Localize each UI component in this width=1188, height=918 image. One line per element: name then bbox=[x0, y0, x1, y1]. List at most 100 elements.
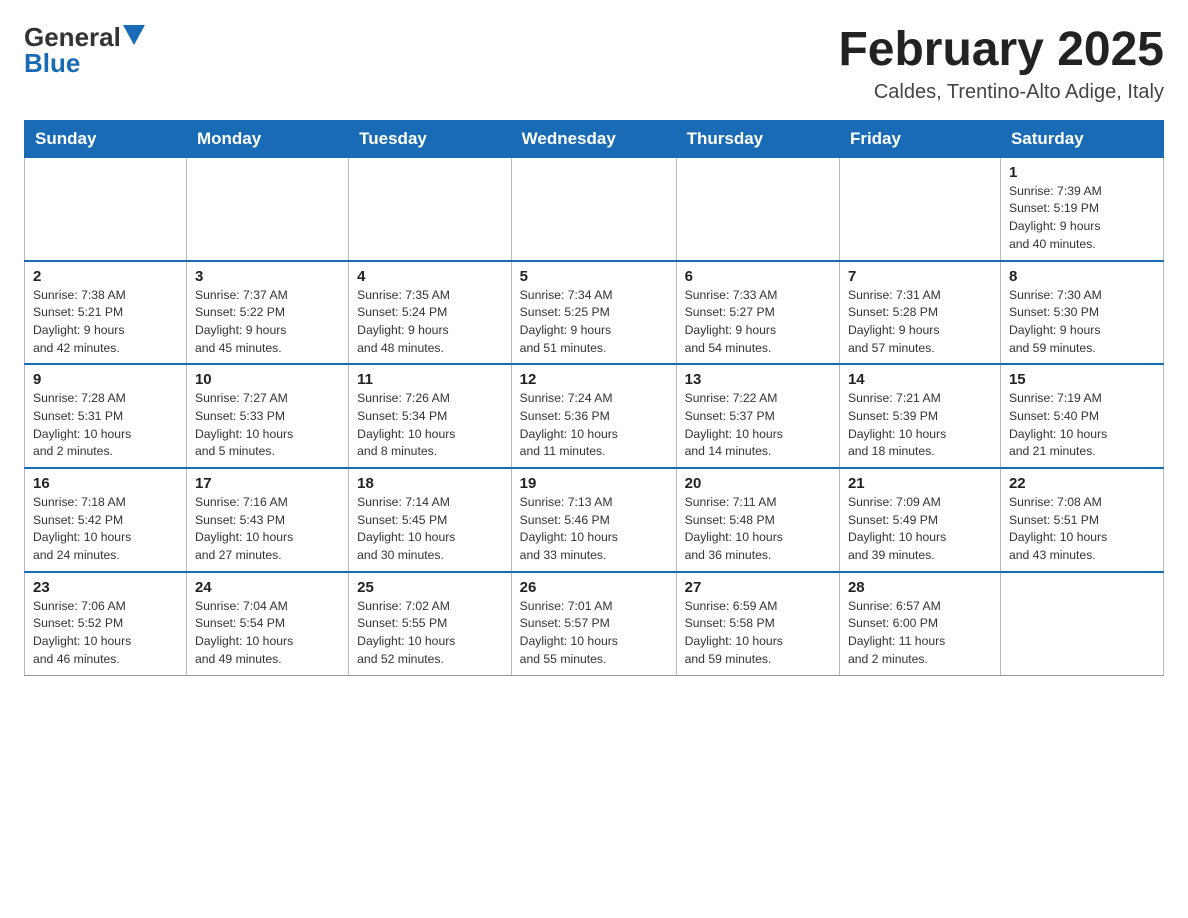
day-info: Sunrise: 7:39 AM Sunset: 5:19 PM Dayligh… bbox=[1009, 183, 1155, 254]
calendar-cell: 15 Sunrise: 7:19 AM Sunset: 5:40 PM Dayli… bbox=[1000, 364, 1163, 468]
day-info: Sunrise: 7:14 AM Sunset: 5:45 PM Dayligh… bbox=[357, 494, 503, 565]
weekday-header-monday: Monday bbox=[186, 120, 348, 157]
day-info: Sunrise: 7:31 AM Sunset: 5:28 PM Dayligh… bbox=[848, 287, 992, 358]
calendar-cell bbox=[186, 157, 348, 260]
page-header: General Blue February 2025 Caldes, Trent… bbox=[24, 24, 1164, 104]
logo-blue-text: Blue bbox=[24, 50, 80, 76]
weekday-header-friday: Friday bbox=[839, 120, 1000, 157]
calendar-cell: 11Sunrise: 7:26 AM Sunset: 5:34 PM Dayli… bbox=[349, 364, 512, 468]
day-number: 26 bbox=[520, 579, 668, 596]
day-number: 18 bbox=[357, 475, 503, 492]
day-info: Sunrise: 7:04 AM Sunset: 5:54 PM Dayligh… bbox=[195, 598, 340, 669]
calendar-cell bbox=[25, 157, 187, 260]
calendar-cell: 18 Sunrise: 7:14 AM Sunset: 5:45 PM Dayli… bbox=[349, 468, 512, 572]
day-info: Sunrise: 7:08 AM Sunset: 5:51 PM Dayligh… bbox=[1009, 494, 1155, 565]
day-info: Sunrise: 6:59 AM Sunset: 5:58 PM Dayligh… bbox=[685, 598, 831, 669]
day-info: Sunrise: 7:37 AM Sunset: 5:22 PM Dayligh… bbox=[195, 287, 340, 358]
calendar-week-row: 16 Sunrise: 7:18 AM Sunset: 5:42 PM Dayli… bbox=[25, 468, 1164, 572]
weekday-header-sunday: Sunday bbox=[25, 120, 187, 157]
day-info: Sunrise: 7:02 AM Sunset: 5:55 PM Dayligh… bbox=[357, 598, 503, 669]
calendar-cell: 3Sunrise: 7:37 AM Sunset: 5:22 PM Daylig… bbox=[186, 261, 348, 365]
day-number: 12 bbox=[520, 371, 668, 388]
day-info: Sunrise: 7:26 AM Sunset: 5:34 PM Dayligh… bbox=[357, 390, 503, 461]
calendar-cell: 27 Sunrise: 6:59 AM Sunset: 5:58 PM Dayli… bbox=[676, 572, 839, 675]
calendar-cell: 24 Sunrise: 7:04 AM Sunset: 5:54 PM Dayli… bbox=[186, 572, 348, 675]
day-info: Sunrise: 7:33 AM Sunset: 5:27 PM Dayligh… bbox=[685, 287, 831, 358]
calendar-cell: 22Sunrise: 7:08 AM Sunset: 5:51 PM Dayli… bbox=[1000, 468, 1163, 572]
day-info: Sunrise: 7:28 AM Sunset: 5:31 PM Dayligh… bbox=[33, 390, 178, 461]
day-info: Sunrise: 7:01 AM Sunset: 5:57 PM Dayligh… bbox=[520, 598, 668, 669]
day-number: 1 bbox=[1009, 164, 1155, 181]
day-info: Sunrise: 7:19 AM Sunset: 5:40 PM Dayligh… bbox=[1009, 390, 1155, 461]
day-number: 8 bbox=[1009, 268, 1155, 285]
day-info: Sunrise: 7:34 AM Sunset: 5:25 PM Dayligh… bbox=[520, 287, 668, 358]
calendar-cell: 17 Sunrise: 7:16 AM Sunset: 5:43 PM Dayli… bbox=[186, 468, 348, 572]
day-number: 28 bbox=[848, 579, 992, 596]
calendar-cell: 9 Sunrise: 7:28 AM Sunset: 5:31 PM Daylig… bbox=[25, 364, 187, 468]
logo-arrow-icon bbox=[123, 25, 145, 45]
day-number: 9 bbox=[33, 371, 178, 388]
day-info: Sunrise: 7:21 AM Sunset: 5:39 PM Dayligh… bbox=[848, 390, 992, 461]
day-info: Sunrise: 6:57 AM Sunset: 6:00 PM Dayligh… bbox=[848, 598, 992, 669]
day-info: Sunrise: 7:06 AM Sunset: 5:52 PM Dayligh… bbox=[33, 598, 178, 669]
calendar-cell: 21 Sunrise: 7:09 AM Sunset: 5:49 PM Dayli… bbox=[839, 468, 1000, 572]
calendar-cell: 26 Sunrise: 7:01 AM Sunset: 5:57 PM Dayli… bbox=[511, 572, 676, 675]
calendar-cell: 12 Sunrise: 7:24 AM Sunset: 5:36 PM Dayli… bbox=[511, 364, 676, 468]
calendar-cell: 28 Sunrise: 6:57 AM Sunset: 6:00 PM Dayli… bbox=[839, 572, 1000, 675]
weekday-header-row: SundayMondayTuesdayWednesdayThursdayFrid… bbox=[25, 120, 1164, 157]
day-info: Sunrise: 7:24 AM Sunset: 5:36 PM Dayligh… bbox=[520, 390, 668, 461]
day-number: 5 bbox=[520, 268, 668, 285]
logo-general-text: General bbox=[24, 24, 121, 50]
calendar-cell: 1 Sunrise: 7:39 AM Sunset: 5:19 PM Daylig… bbox=[1000, 157, 1163, 260]
day-info: Sunrise: 7:16 AM Sunset: 5:43 PM Dayligh… bbox=[195, 494, 340, 565]
month-title: February 2025 bbox=[838, 24, 1164, 77]
logo: General Blue bbox=[24, 24, 145, 76]
location-title: Caldes, Trentino-Alto Adige, Italy bbox=[838, 81, 1164, 104]
day-number: 23 bbox=[33, 579, 178, 596]
calendar-table: SundayMondayTuesdayWednesdayThursdayFrid… bbox=[24, 120, 1164, 676]
day-number: 13 bbox=[685, 371, 831, 388]
weekday-header-thursday: Thursday bbox=[676, 120, 839, 157]
day-number: 2 bbox=[33, 268, 178, 285]
calendar-cell: 16 Sunrise: 7:18 AM Sunset: 5:42 PM Dayli… bbox=[25, 468, 187, 572]
calendar-cell: 25Sunrise: 7:02 AM Sunset: 5:55 PM Dayli… bbox=[349, 572, 512, 675]
calendar-cell bbox=[349, 157, 512, 260]
calendar-cell: 13 Sunrise: 7:22 AM Sunset: 5:37 PM Dayli… bbox=[676, 364, 839, 468]
day-number: 19 bbox=[520, 475, 668, 492]
day-number: 4 bbox=[357, 268, 503, 285]
day-number: 24 bbox=[195, 579, 340, 596]
day-number: 21 bbox=[848, 475, 992, 492]
day-info: Sunrise: 7:38 AM Sunset: 5:21 PM Dayligh… bbox=[33, 287, 178, 358]
calendar-cell: 2 Sunrise: 7:38 AM Sunset: 5:21 PM Daylig… bbox=[25, 261, 187, 365]
calendar-cell: 10 Sunrise: 7:27 AM Sunset: 5:33 PM Dayli… bbox=[186, 364, 348, 468]
calendar-cell: 8 Sunrise: 7:30 AM Sunset: 5:30 PM Daylig… bbox=[1000, 261, 1163, 365]
calendar-week-row: 2 Sunrise: 7:38 AM Sunset: 5:21 PM Daylig… bbox=[25, 261, 1164, 365]
calendar-week-row: 1 Sunrise: 7:39 AM Sunset: 5:19 PM Daylig… bbox=[25, 157, 1164, 260]
day-number: 7 bbox=[848, 268, 992, 285]
day-info: Sunrise: 7:30 AM Sunset: 5:30 PM Dayligh… bbox=[1009, 287, 1155, 358]
calendar-cell: 20Sunrise: 7:11 AM Sunset: 5:48 PM Dayli… bbox=[676, 468, 839, 572]
calendar-cell bbox=[676, 157, 839, 260]
day-info: Sunrise: 7:27 AM Sunset: 5:33 PM Dayligh… bbox=[195, 390, 340, 461]
title-block: February 2025 Caldes, Trentino-Alto Adig… bbox=[838, 24, 1164, 104]
day-number: 17 bbox=[195, 475, 340, 492]
calendar-cell bbox=[1000, 572, 1163, 675]
day-info: Sunrise: 7:11 AM Sunset: 5:48 PM Dayligh… bbox=[685, 494, 831, 565]
day-number: 27 bbox=[685, 579, 831, 596]
day-info: Sunrise: 7:09 AM Sunset: 5:49 PM Dayligh… bbox=[848, 494, 992, 565]
calendar-cell: 6Sunrise: 7:33 AM Sunset: 5:27 PM Daylig… bbox=[676, 261, 839, 365]
day-number: 15 bbox=[1009, 371, 1155, 388]
weekday-header-saturday: Saturday bbox=[1000, 120, 1163, 157]
day-info: Sunrise: 7:13 AM Sunset: 5:46 PM Dayligh… bbox=[520, 494, 668, 565]
calendar-cell bbox=[511, 157, 676, 260]
day-info: Sunrise: 7:18 AM Sunset: 5:42 PM Dayligh… bbox=[33, 494, 178, 565]
day-number: 16 bbox=[33, 475, 178, 492]
weekday-header-wednesday: Wednesday bbox=[511, 120, 676, 157]
day-number: 10 bbox=[195, 371, 340, 388]
day-info: Sunrise: 7:22 AM Sunset: 5:37 PM Dayligh… bbox=[685, 390, 831, 461]
day-number: 14 bbox=[848, 371, 992, 388]
calendar-cell: 4Sunrise: 7:35 AM Sunset: 5:24 PM Daylig… bbox=[349, 261, 512, 365]
calendar-cell: 5 Sunrise: 7:34 AM Sunset: 5:25 PM Daylig… bbox=[511, 261, 676, 365]
weekday-header-tuesday: Tuesday bbox=[349, 120, 512, 157]
calendar-cell: 14 Sunrise: 7:21 AM Sunset: 5:39 PM Dayli… bbox=[839, 364, 1000, 468]
